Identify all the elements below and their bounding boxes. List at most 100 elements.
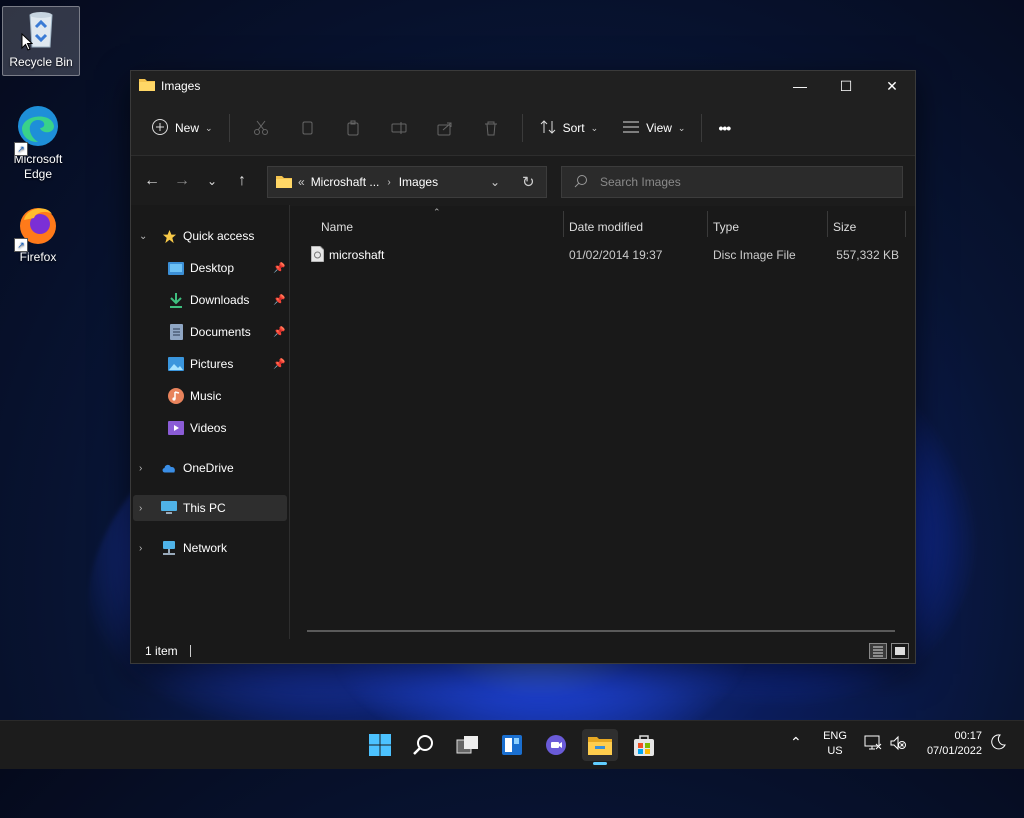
minimize-button[interactable]: —: [777, 71, 823, 101]
desktop-icon-label: Microsoft Edge: [13, 152, 63, 181]
item-count: 1 item: [145, 644, 178, 658]
computer-icon: [161, 500, 177, 516]
close-button[interactable]: ✕: [869, 71, 915, 101]
pin-icon[interactable]: 📌: [273, 295, 285, 306]
share-icon[interactable]: [433, 116, 457, 140]
column-header-size[interactable]: Size: [833, 215, 903, 239]
new-button[interactable]: New ⌄: [143, 112, 221, 144]
cut-icon[interactable]: [249, 116, 273, 140]
sidebar-item-pictures[interactable]: Pictures 📌: [131, 351, 289, 377]
windows-logo-icon: [369, 734, 391, 756]
recent-locations-chevron-icon[interactable]: ⌄: [197, 166, 227, 196]
toolbar-divider: [521, 114, 523, 142]
up-arrow-icon[interactable]: ↑: [227, 166, 257, 196]
sidebar-item-label: Downloads: [190, 293, 250, 307]
more-options-button[interactable]: •••: [710, 112, 738, 144]
focus-assist-moon-icon[interactable]: [990, 734, 1006, 755]
task-view-icon: [456, 736, 478, 754]
file-type: Disc Image File: [713, 248, 796, 262]
desktop-icon-label: Firefox: [19, 250, 57, 264]
horizontal-scrollbar[interactable]: [307, 630, 895, 632]
column-divider[interactable]: [707, 211, 708, 237]
paste-icon[interactable]: [341, 116, 365, 140]
breadcrumb-segment[interactable]: Microshaft ...: [311, 175, 380, 189]
taskbar: ⌃ ENG US 00:17 07/01/2022: [0, 720, 1024, 769]
file-list: ⌃ Name Date modified Type Size microshaf…: [291, 205, 915, 639]
sidebar-item-desktop[interactable]: Desktop 📌: [131, 255, 289, 281]
network-status-icon[interactable]: [864, 735, 882, 756]
pin-icon[interactable]: 📌: [273, 263, 285, 274]
maximize-button[interactable]: ☐: [823, 71, 869, 101]
details-view-icon[interactable]: [869, 643, 887, 659]
file-name: microshaft: [329, 248, 385, 262]
sidebar-item-documents[interactable]: Documents 📌: [131, 319, 289, 345]
file-explorer-window: Images — ☐ ✕ New ⌄ Sort ⌄ View ⌄ ••• ← →…: [130, 70, 916, 664]
view-button-label: View: [646, 121, 672, 135]
column-divider[interactable]: [563, 211, 564, 237]
copy-icon[interactable]: [295, 116, 319, 140]
show-hidden-icons-chevron-icon[interactable]: ⌃: [790, 735, 802, 750]
search-icon: [574, 174, 588, 191]
address-bar[interactable]: « Microshaft ... › Images ⌄ ↻: [267, 166, 547, 198]
task-view-button[interactable]: [450, 729, 486, 761]
sort-arrows-icon: [539, 119, 557, 138]
search-taskbar-button[interactable]: [406, 729, 442, 761]
clock-time: 00:17: [954, 730, 982, 742]
delete-icon[interactable]: [479, 116, 503, 140]
start-button[interactable]: [362, 729, 398, 761]
view-button[interactable]: View ⌄: [614, 112, 693, 144]
search-input[interactable]: [598, 174, 882, 190]
sidebar-item-onedrive[interactable]: › OneDrive: [131, 455, 289, 481]
chat-button[interactable]: [538, 729, 574, 761]
pin-icon[interactable]: 📌: [273, 359, 285, 370]
column-divider[interactable]: [827, 211, 828, 237]
large-icons-view-icon[interactable]: [891, 643, 909, 659]
file-explorer-taskbar-button[interactable]: [582, 729, 618, 765]
sidebar-item-videos[interactable]: Videos: [131, 415, 289, 441]
sidebar-item-network[interactable]: › Network: [131, 535, 289, 561]
input-language-indicator[interactable]: ENG US: [822, 729, 848, 759]
title-bar[interactable]: Images — ☐ ✕: [131, 71, 915, 101]
shortcut-arrow-icon: ↗: [14, 142, 28, 156]
column-header-date[interactable]: Date modified: [569, 215, 705, 239]
column-header-type[interactable]: Type: [713, 215, 827, 239]
sidebar-item-label: Videos: [190, 421, 227, 435]
sidebar-item-quick-access[interactable]: ⌄ Quick access: [131, 223, 289, 249]
widgets-button[interactable]: [494, 729, 530, 761]
refresh-icon[interactable]: ↻: [522, 173, 535, 191]
rename-icon[interactable]: [387, 116, 411, 140]
address-overflow[interactable]: «: [298, 175, 305, 189]
column-header-label: Type: [713, 220, 740, 234]
volume-muted-icon[interactable]: [890, 735, 906, 756]
clock[interactable]: 00:17 07/01/2022: [918, 729, 982, 759]
sidebar-item-music[interactable]: Music: [131, 383, 289, 409]
folder-icon: [276, 174, 292, 191]
address-history-chevron-icon[interactable]: ⌄: [490, 175, 500, 189]
desktop-icon-edge[interactable]: ↗ Microsoft Edge: [0, 104, 76, 182]
sidebar-item-downloads[interactable]: Downloads 📌: [131, 287, 289, 313]
breadcrumb-segment[interactable]: Images: [399, 175, 438, 189]
column-header-name[interactable]: Name: [321, 215, 561, 239]
disc-image-file-icon: [310, 245, 325, 265]
desktop-icon-label: Recycle Bin: [9, 55, 73, 69]
forward-arrow-icon[interactable]: →: [167, 166, 197, 196]
pin-icon[interactable]: 📌: [273, 327, 285, 338]
column-divider[interactable]: [905, 211, 906, 237]
file-row[interactable]: microshaft 01/02/2014 19:37 Disc Image F…: [307, 243, 901, 267]
videos-icon: [168, 420, 184, 436]
desktop-icon-recycle-bin[interactable]: Recycle Bin: [2, 6, 80, 76]
sidebar-item-label: Quick access: [183, 229, 255, 243]
back-arrow-icon[interactable]: ←: [137, 166, 167, 196]
star-icon: [161, 228, 177, 244]
sidebar-item-label: OneDrive: [183, 461, 234, 475]
desktop-folder-icon: [168, 260, 184, 276]
store-button[interactable]: [626, 729, 662, 761]
sidebar-item-this-pc[interactable]: › This PC: [133, 495, 287, 521]
search-box[interactable]: [561, 166, 903, 198]
chevron-right-icon: ›: [139, 542, 143, 554]
sidebar-item-label: Network: [183, 541, 228, 555]
desktop-icon-firefox[interactable]: ↗ Firefox: [0, 202, 76, 264]
status-divider: [189, 645, 191, 657]
sort-button[interactable]: Sort ⌄: [531, 112, 607, 144]
file-date: 01/02/2014 19:37: [569, 248, 663, 262]
